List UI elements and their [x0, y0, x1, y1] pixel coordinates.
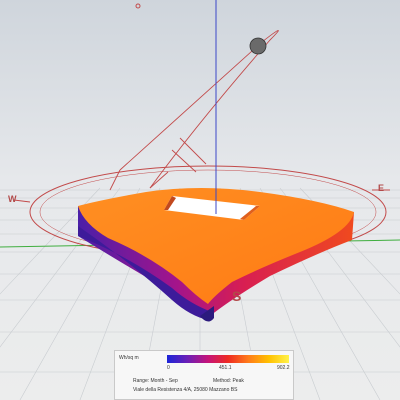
compass-south-label: S — [232, 288, 242, 304]
sun-icon[interactable] — [249, 37, 267, 55]
legend-address: Viale della Resistenza 4/A, 25080 Mazzan… — [133, 387, 238, 393]
3d-viewport[interactable]: E S W — [0, 0, 400, 400]
legend-color-bar — [167, 355, 289, 363]
legend-tick-mid: 451.1 — [219, 365, 232, 371]
scene-svg — [0, 0, 400, 400]
legend-unit: Wh/sq m — [119, 355, 139, 361]
compass-east-label: E — [378, 183, 385, 193]
legend-range: Range: Month - Sep — [133, 378, 178, 384]
legend-tick-min: 0 — [167, 365, 170, 371]
compass-west-label: W — [8, 194, 17, 204]
legend-method: Method: Peak — [213, 378, 244, 384]
legend-panel: Wh/sq m 0 451.1 902.2 Range: Month - Sep… — [114, 350, 294, 400]
legend-tick-max: 902.2 — [277, 365, 290, 371]
